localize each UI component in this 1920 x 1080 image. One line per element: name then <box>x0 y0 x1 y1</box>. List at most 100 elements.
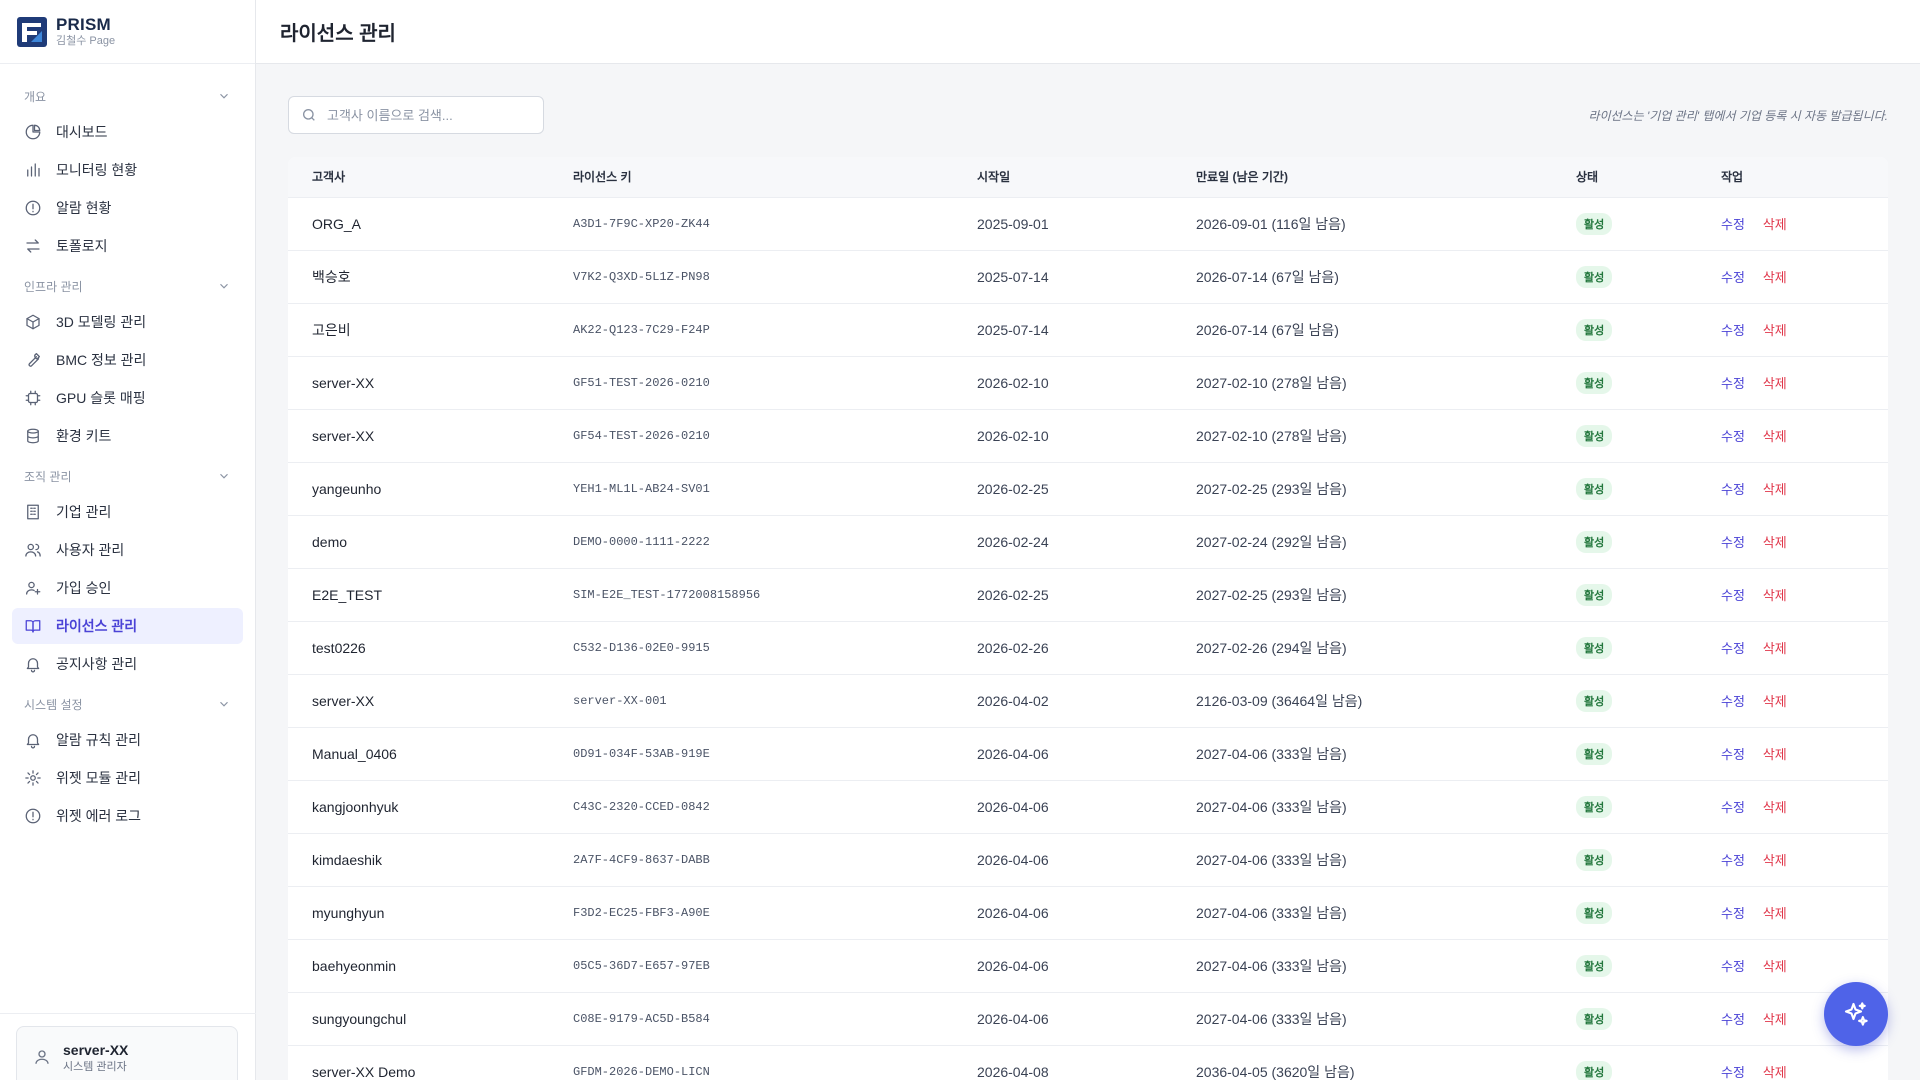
nav-section-header[interactable]: 개요 <box>12 80 243 112</box>
edit-button[interactable]: 수정 <box>1721 376 1745 391</box>
sidebar-item[interactable]: 라이선스 관리 <box>12 608 243 644</box>
edit-button[interactable]: 수정 <box>1721 959 1745 974</box>
action-cell: 수정 삭제 <box>1697 568 1888 621</box>
user-card[interactable]: server-XX 시스템 관리자 <box>16 1026 238 1080</box>
action-cell: 수정 삭제 <box>1697 833 1888 886</box>
header-expiry-date[interactable]: 만료일 (남은 기간) <box>1172 157 1552 197</box>
edit-button[interactable]: 수정 <box>1721 1065 1745 1080</box>
delete-button[interactable]: 삭제 <box>1763 588 1787 603</box>
start-date-cell: 2026-04-06 <box>977 1010 1049 1027</box>
action-cell: 수정 삭제 <box>1697 780 1888 833</box>
delete-button[interactable]: 삭제 <box>1763 376 1787 391</box>
sidebar-item[interactable]: 3D 모델링 관리 <box>12 304 243 340</box>
bar-chart-icon <box>27 163 40 177</box>
edit-button[interactable]: 수정 <box>1721 694 1745 709</box>
status-badge: 활성 <box>1576 530 1613 553</box>
edit-button[interactable]: 수정 <box>1721 588 1745 603</box>
header-action: 작업 <box>1721 170 1744 185</box>
header-status[interactable]: 상태 <box>1552 157 1697 197</box>
edit-button[interactable]: 수정 <box>1721 270 1745 285</box>
status-badge: 활성 <box>1576 265 1613 288</box>
edit-button[interactable]: 수정 <box>1721 217 1745 232</box>
search-input[interactable] <box>327 107 527 123</box>
delete-button[interactable]: 삭제 <box>1763 323 1787 338</box>
sidebar-item[interactable]: 토폴로지 <box>12 228 243 264</box>
status-badge: 활성 <box>1576 318 1613 341</box>
table-row: E2E_TEST SIM-E2E_TEST-1772008158956 2026… <box>288 568 1888 621</box>
action-cell: 수정 삭제 <box>1697 250 1888 303</box>
delete-button[interactable]: 삭제 <box>1763 482 1787 497</box>
delete-button[interactable]: 삭제 <box>1763 641 1787 656</box>
cube-icon <box>26 314 40 330</box>
header-license-key[interactable]: 라이선스 키 <box>549 157 953 197</box>
edit-button[interactable]: 수정 <box>1721 429 1745 444</box>
sidebar-item[interactable]: 모니터링 현황 <box>12 152 243 188</box>
nav-section-header[interactable]: 인프라 관리 <box>12 270 243 302</box>
sidebar-item[interactable]: 알람 현황 <box>12 190 243 226</box>
delete-button[interactable]: 삭제 <box>1763 1065 1787 1080</box>
table-row: demo DEMO-0000-1111-2222 2026-02-24 2027… <box>288 515 1888 568</box>
delete-button[interactable]: 삭제 <box>1763 800 1787 815</box>
edit-button[interactable]: 수정 <box>1721 747 1745 762</box>
edit-button[interactable]: 수정 <box>1721 1012 1745 1027</box>
sidebar-item[interactable]: 환경 키트 <box>12 418 243 454</box>
delete-button[interactable]: 삭제 <box>1763 217 1787 232</box>
nav-section-header[interactable]: 시스템 설정 <box>12 688 243 720</box>
ai-assistant-button[interactable] <box>1824 982 1888 1046</box>
table-row: ORG_A A3D1-7F9C-XP20-ZK44 2025-09-01 202… <box>288 197 1888 250</box>
status-cell: 활성 <box>1552 727 1697 780</box>
sidebar-item[interactable]: 가입 승인 <box>12 570 243 606</box>
sidebar-item[interactable]: 알람 규칙 관리 <box>12 722 243 758</box>
delete-button[interactable]: 삭제 <box>1763 1012 1787 1027</box>
license-key-cell: server-XX-001 <box>573 693 667 708</box>
nav-section-label: 개요 <box>24 89 47 104</box>
sidebar-item[interactable]: 기업 관리 <box>12 494 243 530</box>
delete-button[interactable]: 삭제 <box>1763 535 1787 550</box>
delete-button[interactable]: 삭제 <box>1763 747 1787 762</box>
edit-button[interactable]: 수정 <box>1721 482 1745 497</box>
nav-section-header[interactable]: 조직 관리 <box>12 460 243 492</box>
sidebar-item[interactable]: BMC 정보 관리 <box>12 342 243 378</box>
status-cell: 활성 <box>1552 992 1697 1045</box>
sidebar-item[interactable]: 공지사항 관리 <box>12 646 243 682</box>
edit-button[interactable]: 수정 <box>1721 323 1745 338</box>
status-cell: 활성 <box>1552 515 1697 568</box>
table-row: 백승호 V7K2-Q3XD-5L1Z-PN98 2025-07-14 2026-… <box>288 250 1888 303</box>
delete-button[interactable]: 삭제 <box>1763 694 1787 709</box>
header-start-date[interactable]: 시작일 <box>953 157 1172 197</box>
status-cell: 활성 <box>1552 409 1697 462</box>
delete-button[interactable]: 삭제 <box>1763 959 1787 974</box>
header-customer[interactable]: 고객사 <box>288 157 549 197</box>
status-badge: 활성 <box>1576 1007 1613 1030</box>
edit-button[interactable]: 수정 <box>1721 906 1745 921</box>
chevron-down-icon <box>220 473 228 479</box>
sidebar-item[interactable]: 위젯 모듈 관리 <box>12 760 243 796</box>
action-cell: 수정 삭제 <box>1697 674 1888 727</box>
delete-button[interactable]: 삭제 <box>1763 906 1787 921</box>
sidebar-item-label: GPU 슬롯 매핑 <box>56 390 146 406</box>
table-row: server-XX GF54-TEST-2026-0210 2026-02-10… <box>288 409 1888 462</box>
edit-button[interactable]: 수정 <box>1721 853 1745 868</box>
brand[interactable]: PRISM 김철수 Page <box>0 0 255 64</box>
table-row: Manual_0406 0D91-034F-53AB-919E 2026-04-… <box>288 727 1888 780</box>
edit-button[interactable]: 수정 <box>1721 800 1745 815</box>
delete-button[interactable]: 삭제 <box>1763 853 1787 868</box>
edit-button[interactable]: 수정 <box>1721 641 1745 656</box>
sidebar-item[interactable]: GPU 슬롯 매핑 <box>12 380 243 416</box>
edit-button[interactable]: 수정 <box>1721 535 1745 550</box>
sidebar-item[interactable]: 대시보드 <box>12 114 243 150</box>
chevron-down-icon <box>220 93 228 99</box>
user-plus-icon <box>25 581 41 595</box>
status-cell: 활성 <box>1552 568 1697 621</box>
table-row: baehyeonmin 05C5-36D7-E657-97EB 2026-04-… <box>288 939 1888 992</box>
search-box[interactable] <box>288 96 544 134</box>
wrench-icon <box>28 352 41 367</box>
delete-button[interactable]: 삭제 <box>1763 270 1787 285</box>
sidebar-item[interactable]: 위젯 에러 로그 <box>12 798 243 834</box>
table-row: kangjoonhyuk C43C-2320-CCED-0842 2026-04… <box>288 780 1888 833</box>
license-key-cell: YEH1-ML1L-AB24-SV01 <box>573 481 710 496</box>
delete-button[interactable]: 삭제 <box>1763 429 1787 444</box>
license-key-cell: GF54-TEST-2026-0210 <box>573 428 710 443</box>
sidebar-item[interactable]: 사용자 관리 <box>12 532 243 568</box>
start-date-cell: 2025-07-14 <box>977 321 1049 338</box>
